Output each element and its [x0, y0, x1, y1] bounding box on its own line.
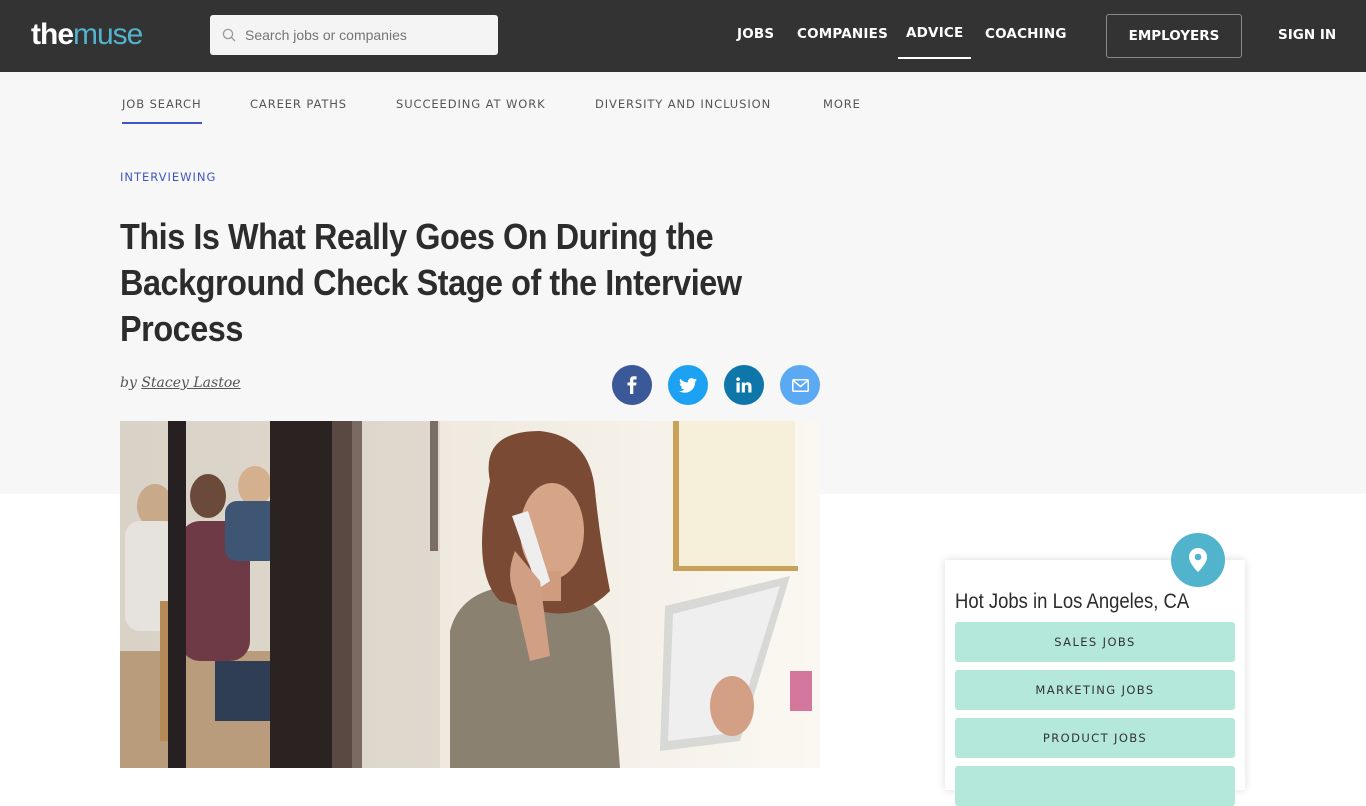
share-facebook-button[interactable]	[612, 365, 652, 405]
subnav-career-paths[interactable]: CAREER PATHS	[250, 97, 347, 111]
linkedin-icon	[736, 377, 752, 393]
author-link[interactable]: Stacey Lastoe	[141, 375, 240, 391]
logo-muse: muse	[73, 18, 143, 51]
share-email-button[interactable]	[780, 365, 820, 405]
article-category[interactable]: INTERVIEWING	[120, 170, 216, 184]
byline-prefix: by	[120, 375, 137, 391]
search-box[interactable]	[210, 15, 498, 55]
subnav-more[interactable]: MORE	[823, 97, 861, 111]
nav-jobs[interactable]: JOBS	[737, 26, 774, 42]
more-jobs-button[interactable]	[955, 766, 1235, 806]
top-navigation-bar: themuse JOBS COMPANIES ADVICE COACHING E…	[0, 0, 1366, 72]
twitter-icon	[679, 377, 697, 393]
photo-illustration	[120, 421, 820, 768]
article-title: This Is What Really Goes On During the B…	[120, 214, 804, 352]
title-line: Process	[120, 308, 243, 349]
subnav-job-search[interactable]: JOB SEARCH	[122, 97, 202, 124]
hot-jobs-title: Hot Jobs in Los Angeles, CA	[955, 590, 1190, 613]
title-line: Background Check Stage of the Interview	[120, 262, 742, 303]
nav-coaching[interactable]: COACHING	[985, 26, 1067, 42]
search-icon	[222, 28, 236, 42]
facebook-icon	[627, 376, 637, 394]
share-twitter-button[interactable]	[668, 365, 708, 405]
marketing-jobs-button[interactable]: MARKETING JOBS	[955, 670, 1235, 710]
article-hero-image	[120, 421, 820, 768]
byline: by Stacey Lastoe	[120, 375, 241, 391]
product-jobs-button[interactable]: PRODUCT JOBS	[955, 718, 1235, 758]
nav-advice[interactable]: ADVICE	[897, 25, 973, 59]
title-line: This Is What Really Goes On During the	[120, 216, 714, 257]
search-input[interactable]	[245, 27, 475, 43]
share-linkedin-button[interactable]	[724, 365, 764, 405]
employers-button[interactable]: EMPLOYERS	[1106, 14, 1242, 58]
sign-in-link[interactable]: SIGN IN	[1278, 27, 1336, 43]
subnav-diversity-and-inclusion[interactable]: DIVERSITY AND INCLUSION	[595, 97, 771, 111]
nav-companies[interactable]: COMPANIES	[797, 26, 888, 42]
themuse-logo[interactable]: themuse	[31, 16, 143, 54]
location-pin-icon	[1189, 548, 1207, 572]
hot-jobs-widget: Hot Jobs in Los Angeles, CA SALES JOBS M…	[945, 560, 1245, 806]
subnav-succeeding-at-work[interactable]: SUCCEEDING AT WORK	[396, 97, 546, 111]
logo-the: the	[31, 18, 74, 51]
envelope-icon	[791, 378, 809, 392]
sales-jobs-button[interactable]: SALES JOBS	[955, 622, 1235, 662]
location-pin-badge	[1171, 533, 1225, 587]
